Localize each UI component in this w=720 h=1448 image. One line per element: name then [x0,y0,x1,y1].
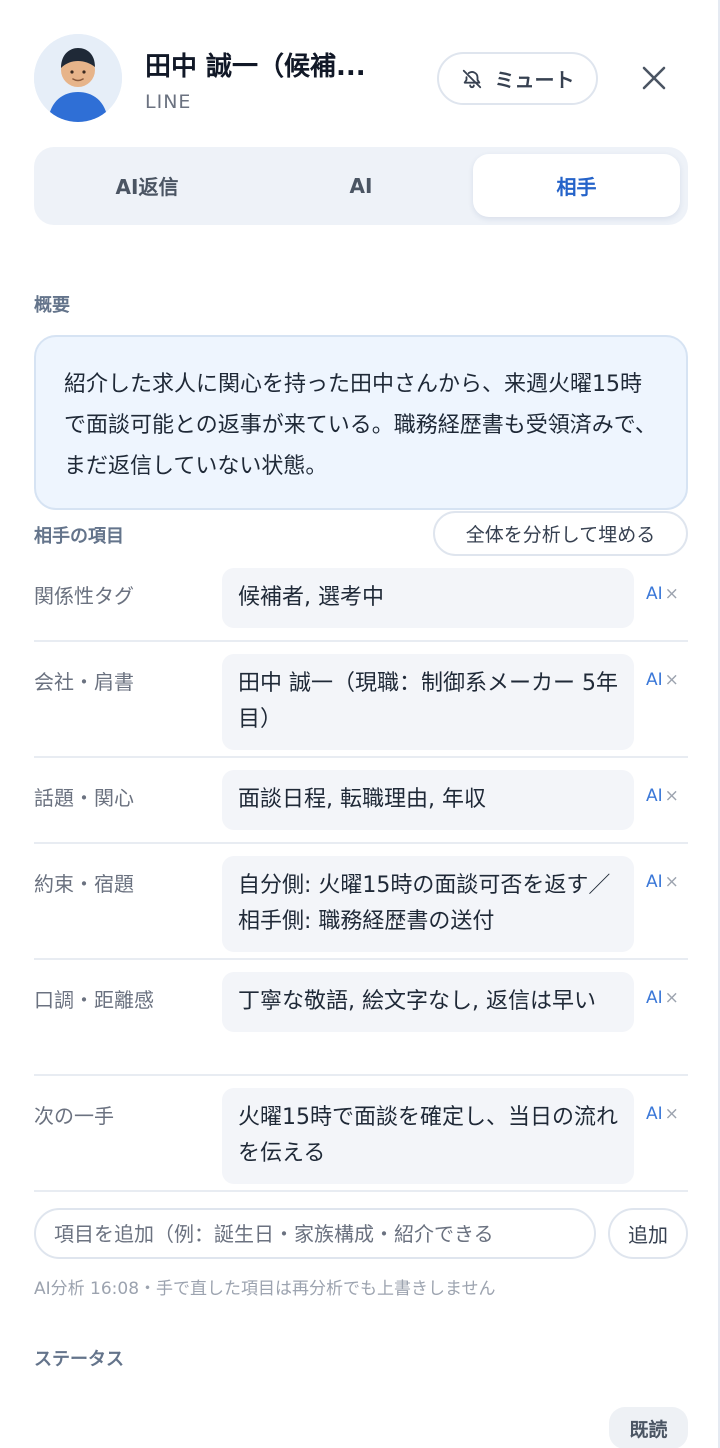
close-icon [642,66,666,90]
field-row-promises: 約束・宿題 自分側: 火曜15時の面談可否を返す／相手側: 職務経歴書の送付 A… [34,856,688,952]
field-value[interactable]: 田中 誠一（現職：制御系メーカー 5年目） [222,654,634,750]
field-label: 口調・距離感 [34,988,154,1012]
field-row-company-title: 会社・肩書 田中 誠一（現職：制御系メーカー 5年目） AI × [34,654,688,750]
analyze-fill-button[interactable]: 全体を分析して埋める [433,511,688,556]
status-badge: 既読 [609,1407,688,1448]
tab-ai[interactable]: AI [256,154,466,217]
tab-ai-reply[interactable]: AI返信 [42,154,252,217]
field-value[interactable]: 自分側: 火曜15時の面談可否を返す／相手側: 職務経歴書の送付 [222,856,634,952]
close-button[interactable] [632,56,676,100]
ai-remove-button[interactable]: AI × [646,988,679,1008]
ai-remove-button[interactable]: AI × [646,786,679,806]
ai-remove-button[interactable]: AI × [646,670,679,690]
field-label: 約束・宿題 [34,872,134,896]
field-label: 会社・肩書 [34,670,134,694]
mute-label: ミュート [494,68,575,92]
field-value[interactable]: 丁寧な敬語, 絵文字なし, 返信は早い [222,972,634,1032]
field-value[interactable]: 面談日程, 転職理由, 年収 [222,770,634,830]
field-row-relationship: 関係性タグ 候補者, 選考中 AI × [34,568,688,628]
remove-icon: × [664,786,679,806]
ai-remove-button[interactable]: AI × [646,584,679,604]
divider [34,842,688,844]
panel-header: 田中 誠一（候補... LINE ミュート [0,0,720,150]
remove-icon: × [664,1104,679,1124]
ai-tag: AI [646,1104,663,1124]
ai-tag: AI [646,670,663,690]
tab-bar: AI返信 AI 相手 [34,147,688,225]
remove-icon: × [664,670,679,690]
contact-name: 田中 誠一（候補... [145,52,366,82]
divider [34,1190,688,1192]
field-label: 関係性タグ [34,584,134,608]
items-heading: 相手の項目 [34,526,124,547]
ai-tag: AI [646,872,663,892]
ai-tag: AI [646,786,663,806]
summary-heading: 概要 [34,295,70,316]
field-row-tone: 口調・距離感 丁寧な敬語, 絵文字なし, 返信は早い AI × [34,972,688,1062]
field-row-topics: 話題・関心 面談日程, 転職理由, 年収 AI × [34,770,688,830]
ai-remove-button[interactable]: AI × [646,1104,679,1124]
remove-icon: × [664,872,679,892]
divider [34,1074,688,1076]
field-label: 話題・関心 [34,786,134,810]
status-heading: ステータス [34,1349,124,1370]
field-value[interactable]: 火曜15時で面談を確定し、当日の流れを伝える [222,1088,634,1184]
field-label: 次の一手 [34,1104,114,1128]
summary-box: 紹介した求人に関心を持った田中さんから、来週火曜15時で面談可能との返事が来てい… [34,335,688,510]
remove-icon: × [664,988,679,1008]
person-avatar-icon [34,34,122,122]
field-row-next-step: 次の一手 火曜15時で面談を確定し、当日の流れを伝える AI × [34,1088,688,1184]
mute-button[interactable]: ミュート [437,52,598,105]
field-value[interactable]: 候補者, 選考中 [222,568,634,628]
bell-off-icon [461,68,483,90]
analysis-note: AI分析 16:08・手で直した項目は再分析でも上書きしません [34,1279,496,1299]
add-item-input[interactable] [34,1208,596,1259]
divider [34,756,688,758]
contact-source: LINE [145,91,192,113]
divider [34,640,688,642]
divider [34,958,688,960]
avatar [34,34,122,122]
ai-tag: AI [646,584,663,604]
contact-panel: 田中 誠一（候補... LINE ミュート AI返信 AI 相手 概要 紹介した… [0,0,720,1448]
remove-icon: × [664,584,679,604]
ai-tag: AI [646,988,663,1008]
add-item-button[interactable]: 追加 [608,1208,688,1259]
ai-remove-button[interactable]: AI × [646,872,679,892]
tab-contact[interactable]: 相手 [473,154,680,217]
